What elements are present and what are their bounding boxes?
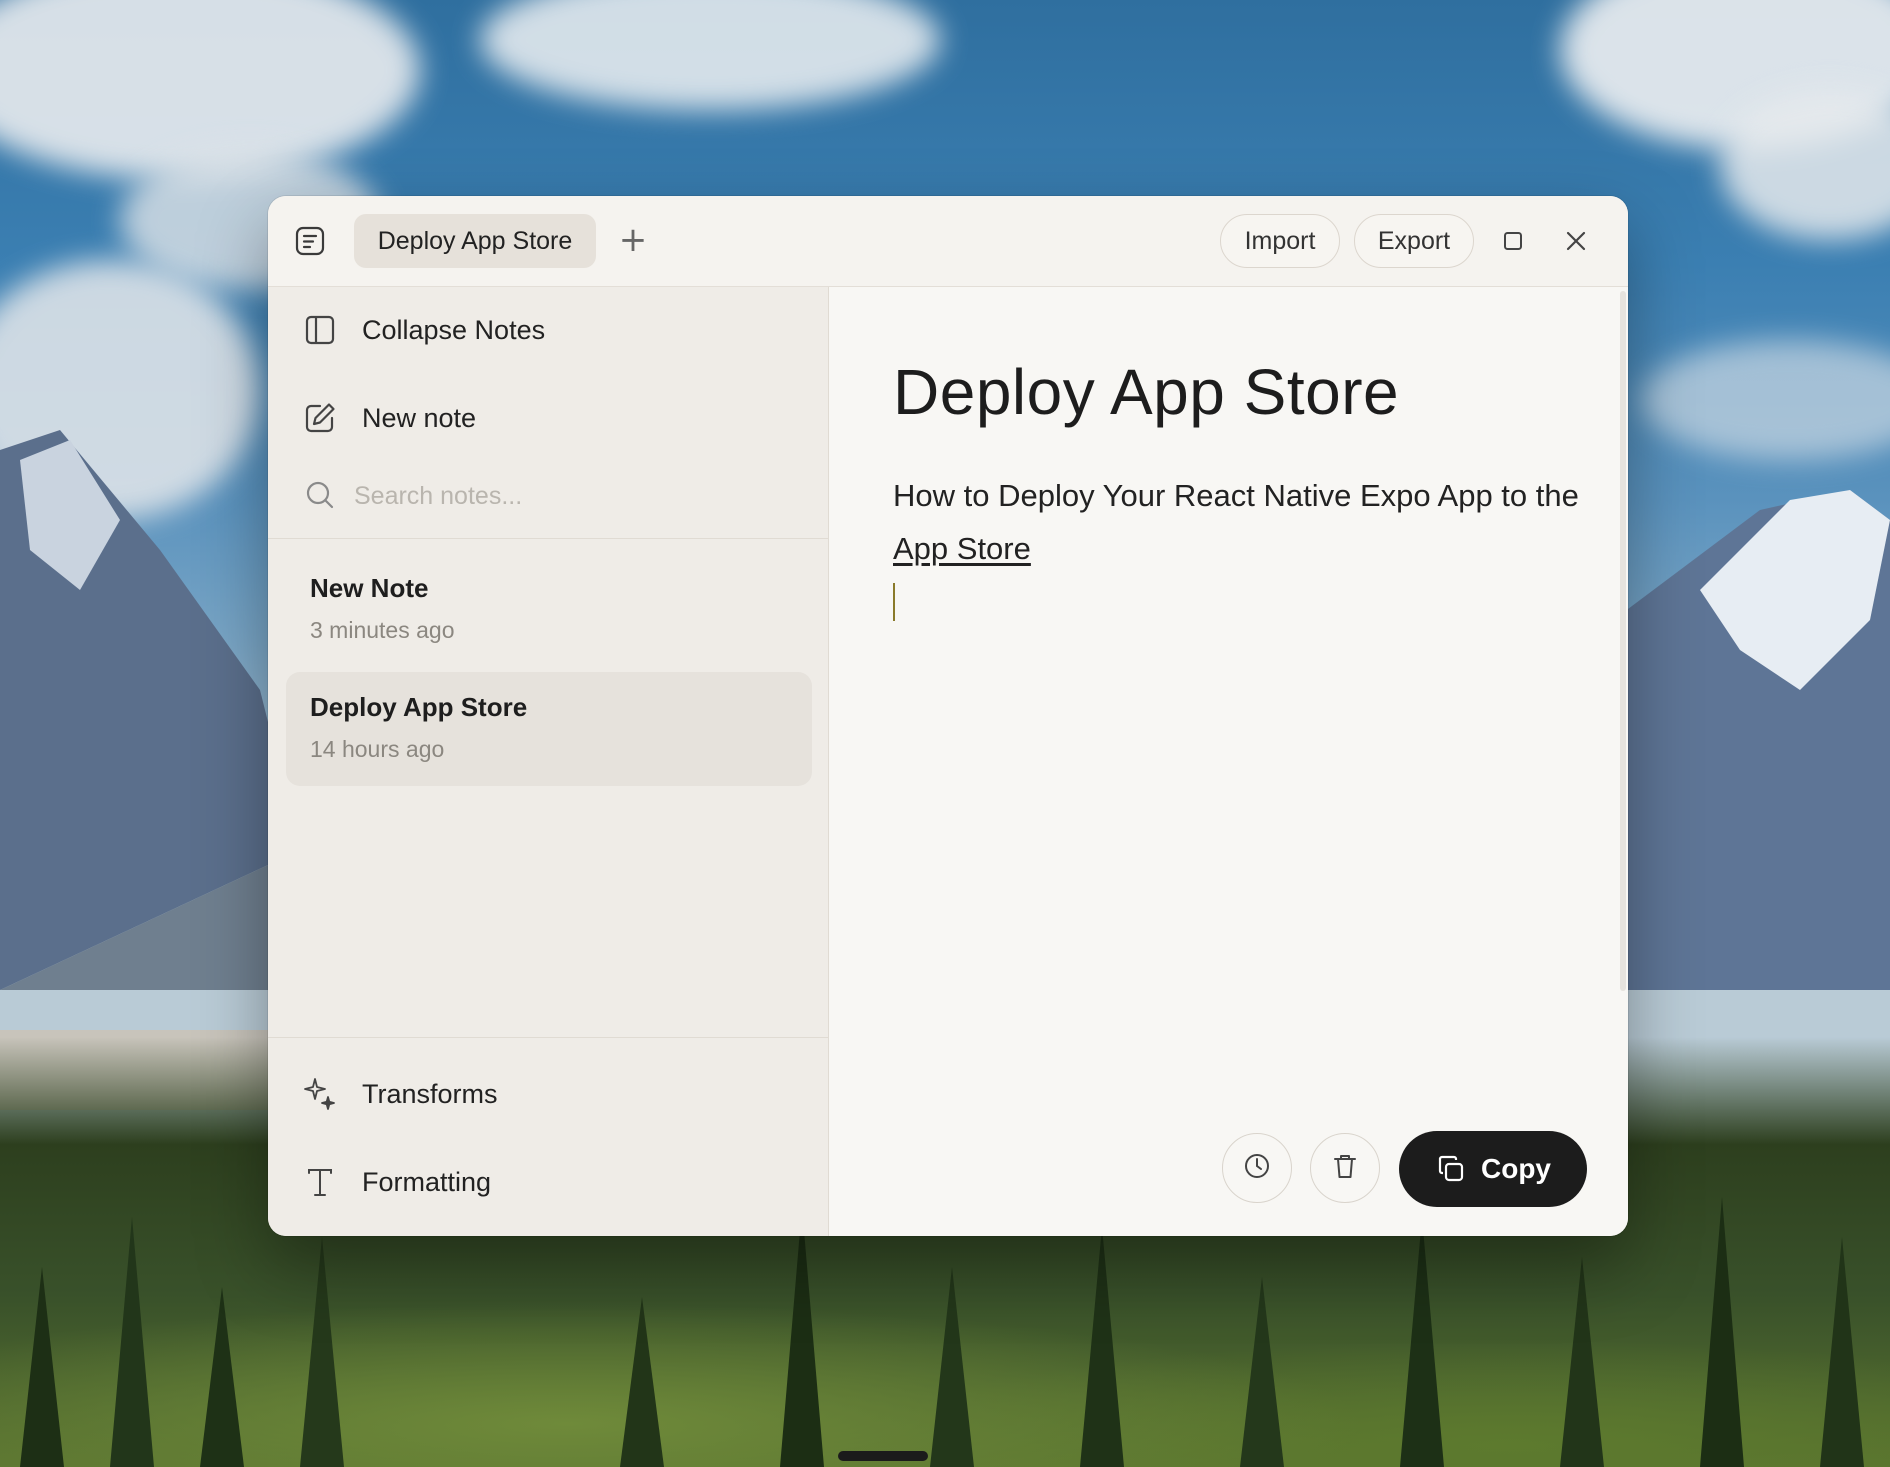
note-editor[interactable]: Deploy App Store How to Deploy Your Reac…: [829, 287, 1628, 1236]
sparkles-icon: [302, 1076, 338, 1112]
search-input[interactable]: [352, 473, 796, 519]
editor-scrollbar[interactable]: [1620, 291, 1626, 991]
note-timestamp: 14 hours ago: [310, 736, 445, 762]
note-list-item[interactable]: New Note 3 minutes ago: [286, 553, 812, 667]
maximize-icon[interactable]: [1493, 221, 1533, 261]
collapse-notes-button[interactable]: Collapse Notes: [268, 295, 828, 365]
note-body-text: How to Deploy Your React Native Expo App…: [893, 478, 1579, 513]
home-indicator: [838, 1451, 928, 1461]
note-body-paragraph[interactable]: How to Deploy Your React Native Expo App…: [893, 469, 1593, 575]
sidebar-divider-top: [268, 538, 828, 539]
copy-icon: [1435, 1153, 1467, 1185]
sidebar-divider-bottom: [268, 1037, 828, 1038]
note-title: Deploy App Store: [310, 692, 528, 722]
edit-note-icon: [302, 400, 338, 436]
transforms-label: Transforms: [362, 1078, 498, 1109]
text-format-icon: [302, 1164, 338, 1200]
collapse-notes-label: Collapse Notes: [362, 314, 546, 345]
delete-button[interactable]: [1310, 1133, 1380, 1203]
copy-label: Copy: [1481, 1153, 1551, 1184]
notes-sidebar: Collapse Notes New note New Note 3 minut…: [268, 287, 829, 1236]
export-button[interactable]: Export: [1354, 214, 1474, 268]
clock-icon: [1242, 1151, 1272, 1185]
import-button[interactable]: Import: [1220, 214, 1340, 268]
formatting-button[interactable]: Formatting: [268, 1147, 828, 1217]
history-button[interactable]: [1222, 1133, 1292, 1203]
close-icon[interactable]: [1556, 221, 1596, 261]
note-list-item-active[interactable]: Deploy App Store 14 hours ago: [286, 672, 812, 786]
notes-app-window: Deploy App Store + Import Export Collaps…: [268, 196, 1628, 1236]
sidebar-panel-icon: [302, 312, 338, 348]
new-note-button[interactable]: New note: [268, 383, 828, 453]
text-cursor: [893, 583, 895, 621]
search-icon: [304, 479, 336, 511]
note-title-heading[interactable]: Deploy App Store: [893, 355, 1399, 429]
app-store-link[interactable]: App Store: [893, 531, 1031, 566]
transforms-button[interactable]: Transforms: [268, 1059, 828, 1129]
plus-icon[interactable]: +: [613, 220, 653, 260]
copy-button[interactable]: Copy: [1399, 1131, 1587, 1207]
title-bar: Deploy App Store + Import Export: [268, 196, 1628, 287]
new-note-label: New note: [362, 402, 477, 433]
notes-menu-icon[interactable]: [292, 223, 328, 259]
note-timestamp: 3 minutes ago: [310, 617, 455, 643]
trash-icon: [1330, 1151, 1360, 1185]
note-title: New Note: [310, 573, 429, 603]
formatting-label: Formatting: [362, 1166, 492, 1197]
tab-label: Deploy App Store: [377, 226, 573, 255]
tab-deploy-app-store[interactable]: Deploy App Store: [354, 214, 596, 268]
